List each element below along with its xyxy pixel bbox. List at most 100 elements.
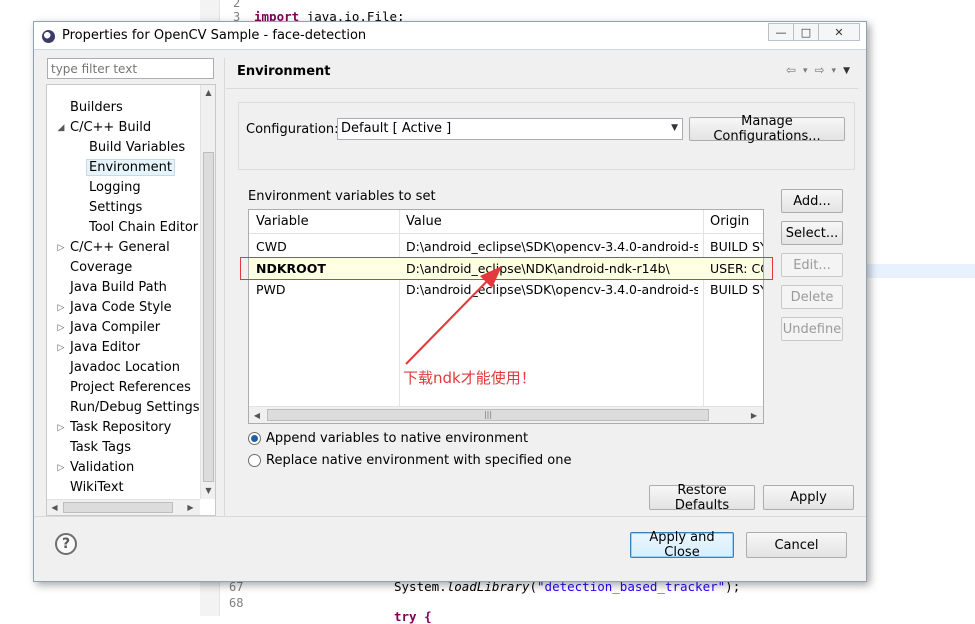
tree-horizontal-scrollbar[interactable]: ◀ ▶ xyxy=(47,499,200,515)
append-radio-option[interactable]: Append variables to native environment xyxy=(248,431,528,446)
delete-button[interactable]: Delete xyxy=(781,285,843,309)
scroll-right-icon[interactable]: ▶ xyxy=(183,500,198,515)
forward-dropdown-icon[interactable]: ▾ xyxy=(832,63,837,79)
tree-item-label: Task Repository xyxy=(70,420,172,435)
table-row[interactable]: CWD D:\android_eclipse\SDK\opencv-3.4.0-… xyxy=(249,236,763,257)
tree-item[interactable]: ▷ Task Repository xyxy=(58,419,172,439)
cancel-button[interactable]: Cancel xyxy=(746,532,847,558)
collapsed-arrow-icon[interactable]: ▷ xyxy=(56,339,66,357)
replace-radio-label: Replace native environment with specifie… xyxy=(266,453,572,468)
cell-variable: PWD xyxy=(256,282,286,297)
apply-button[interactable]: Apply xyxy=(763,485,854,510)
tree-item[interactable]: Environment xyxy=(86,159,176,179)
tree-item[interactable]: Javadoc Location xyxy=(70,359,180,379)
tree-item[interactable]: ▷ Java Compiler xyxy=(58,319,161,339)
tree-vertical-scrollbar[interactable]: ▲ ▼ xyxy=(200,85,215,499)
select-button[interactable]: Select... xyxy=(781,221,843,245)
scroll-thumb[interactable] xyxy=(203,152,214,482)
page-title: Environment xyxy=(237,64,331,79)
restore-defaults-button[interactable]: Restore Defaults xyxy=(649,483,755,513)
add-button[interactable]: Add... xyxy=(781,189,843,213)
title-bar[interactable]: Properties for OpenCV Sample - face-dete… xyxy=(34,22,866,50)
tree-item[interactable]: ◢ C/C++ Build xyxy=(58,119,152,139)
tree-item-label: Java Editor xyxy=(70,340,141,355)
tree-item[interactable]: Logging xyxy=(89,179,141,199)
collapsed-arrow-icon[interactable]: ▷ xyxy=(56,319,66,337)
tree-item-label: Javadoc Location xyxy=(70,360,180,375)
expanded-arrow-icon[interactable]: ◢ xyxy=(56,119,66,137)
scroll-thumb[interactable]: ||| xyxy=(267,409,709,421)
manage-configurations-button[interactable]: Manage Configurations... xyxy=(689,114,845,144)
tree-item-label: Tool Chain Editor xyxy=(89,220,199,235)
replace-radio[interactable] xyxy=(248,454,261,467)
annotation-arrow-icon xyxy=(405,266,502,365)
collapsed-arrow-icon[interactable]: ▷ xyxy=(56,419,66,437)
chevron-down-icon: ▼ xyxy=(671,123,678,133)
tree-item[interactable]: Run/Debug Settings xyxy=(70,399,200,419)
scroll-left-icon[interactable]: ◀ xyxy=(249,407,265,423)
table-header: Variable Value Origin xyxy=(249,210,763,234)
table-horizontal-scrollbar[interactable]: ◀ ||| ▶ xyxy=(249,406,763,423)
undefine-button[interactable]: Undefine xyxy=(781,317,843,341)
footer-separator xyxy=(34,516,866,517)
replace-radio-option[interactable]: Replace native environment with specifie… xyxy=(248,453,571,468)
tree-item[interactable]: Tool Chain Editor xyxy=(89,219,198,239)
close-button[interactable]: ✕ xyxy=(818,23,860,41)
tree-item[interactable]: ▷ C/C++ General xyxy=(58,239,170,259)
annotation-text: 下载ndk才能使用！ xyxy=(403,369,536,387)
tree-item[interactable]: Settings xyxy=(89,199,142,219)
scroll-right-icon[interactable]: ▶ xyxy=(746,407,762,423)
tree-item[interactable]: Builders xyxy=(70,99,123,119)
tree-item[interactable]: Coverage xyxy=(70,259,132,279)
scroll-up-icon[interactable]: ▲ xyxy=(201,85,215,100)
line-number: 68 xyxy=(229,596,244,610)
tree-item[interactable]: ▷ Java Editor xyxy=(58,339,141,359)
property-page-tree: Builders ◢ C/C++ Build Build Variables Envir… xyxy=(46,84,216,516)
tree-item[interactable]: Java Build Path xyxy=(70,279,167,299)
tree-item[interactable]: Project References xyxy=(70,379,191,399)
help-icon[interactable]: ? xyxy=(55,533,77,555)
tree-item-label: C/C++ Build xyxy=(70,120,152,135)
collapsed-arrow-icon[interactable]: ▷ xyxy=(56,239,66,257)
tree-item-label: WikiText xyxy=(70,480,124,495)
column-header-variable[interactable]: Variable xyxy=(256,214,309,229)
try-line: try { xyxy=(394,609,432,624)
tree-item-label: Java Compiler xyxy=(70,320,161,335)
column-header-origin[interactable]: Origin xyxy=(710,214,749,229)
tree-item[interactable]: Task Tags xyxy=(70,439,131,459)
minimize-button[interactable]: — xyxy=(768,23,794,41)
tree-item-label: Builders xyxy=(70,100,123,115)
line-number: 67 xyxy=(229,580,244,594)
scroll-thumb[interactable] xyxy=(63,502,173,513)
cell-origin: BUILD SY xyxy=(710,282,764,297)
window-title: Properties for OpenCV Sample - face-dete… xyxy=(62,28,367,43)
history-nav: ⇦ ▾ ⇨ ▾ ▼ xyxy=(786,63,850,79)
append-radio[interactable] xyxy=(248,432,261,445)
line-number: 2 xyxy=(233,0,241,10)
edit-button[interactable]: Edit... xyxy=(781,253,843,277)
tree-item[interactable]: WikiText xyxy=(70,479,124,499)
back-icon[interactable]: ⇦ xyxy=(786,63,796,79)
column-header-value[interactable]: Value xyxy=(406,214,442,229)
tree-item[interactable]: ▷ Java Code Style xyxy=(58,299,172,319)
scroll-down-icon[interactable]: ▼ xyxy=(201,483,215,498)
panel-divider[interactable] xyxy=(224,58,225,516)
editor-highlight-strip xyxy=(866,264,975,278)
back-dropdown-icon[interactable]: ▾ xyxy=(803,63,808,79)
eclipse-icon xyxy=(42,30,55,43)
scroll-left-icon[interactable]: ◀ xyxy=(47,500,62,515)
cell-value: D:\android_eclipse\SDK\opencv-3.4.0-andr… xyxy=(406,239,698,254)
tree-item-label: Build Variables xyxy=(89,140,186,155)
collapsed-arrow-icon[interactable]: ▷ xyxy=(56,299,66,317)
tree-item-label: Validation xyxy=(70,460,135,475)
tree-item[interactable]: Build Variables xyxy=(89,139,185,159)
configuration-select[interactable]: Default [ Active ] ▼ xyxy=(337,118,683,140)
tree-item-label: Logging xyxy=(89,180,141,195)
apply-and-close-button[interactable]: Apply and Close xyxy=(630,530,734,560)
maximize-button[interactable]: □ xyxy=(793,23,819,41)
collapsed-arrow-icon[interactable]: ▷ xyxy=(56,459,66,477)
view-menu-icon[interactable]: ▼ xyxy=(843,63,850,79)
filter-input[interactable] xyxy=(47,58,214,79)
tree-item[interactable]: ▷ Validation xyxy=(58,459,135,479)
forward-icon[interactable]: ⇨ xyxy=(814,63,824,79)
